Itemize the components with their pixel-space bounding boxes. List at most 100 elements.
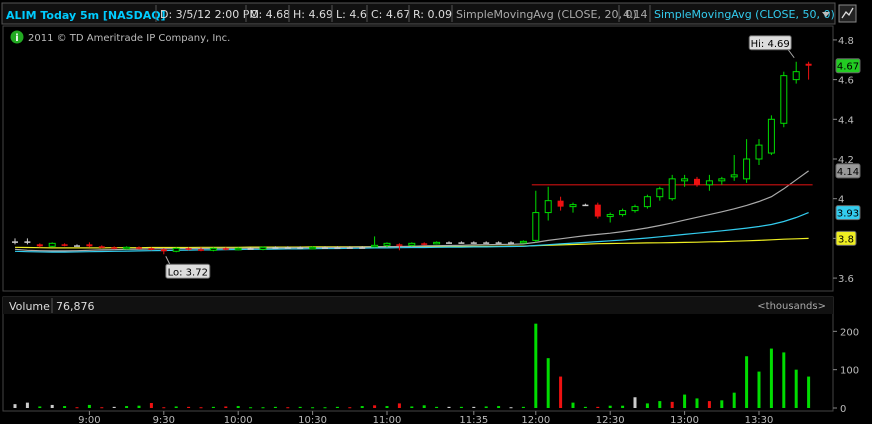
lo-pointer	[165, 256, 171, 265]
candle-body	[483, 242, 490, 244]
sma50-last-badge: 3.93	[837, 209, 859, 220]
time-tick-label: 12:30	[596, 415, 625, 424]
volume-bar	[509, 407, 513, 409]
candle-body	[705, 180, 713, 186]
price-tick-label: 4.8	[838, 36, 854, 47]
volume-bar	[236, 406, 240, 408]
candle-body	[606, 214, 614, 218]
candle-body	[532, 212, 540, 241]
candle-body	[582, 204, 589, 207]
candle-body	[694, 178, 700, 185]
candle-body	[297, 247, 304, 249]
volume-bar	[447, 406, 451, 408]
volume-bar	[670, 401, 674, 408]
volume-header-bar	[3, 297, 833, 314]
sma20-last-badge: 4.14	[837, 167, 859, 178]
time-tick-label: 13:30	[745, 415, 774, 424]
candle-body	[668, 178, 676, 200]
candle-body	[148, 248, 155, 250]
volume-bar	[807, 376, 811, 408]
volume-bar	[472, 406, 476, 408]
candle-body	[594, 204, 601, 217]
volume-bar	[794, 369, 798, 408]
volume-series	[13, 323, 811, 409]
candle-body	[36, 244, 43, 247]
volume-bar	[621, 405, 625, 408]
candle-body	[718, 178, 726, 182]
time-tick-label: 10:00	[224, 415, 253, 424]
candle-body	[234, 247, 242, 251]
volume-bar	[187, 406, 191, 408]
candle-body	[74, 245, 80, 247]
volume-bar	[286, 407, 290, 409]
candle-body	[805, 63, 812, 66]
volume-tick-label: 200	[840, 327, 859, 338]
candle-body	[755, 144, 763, 160]
info-icon[interactable]: i	[10, 30, 24, 45]
volume-bar	[435, 406, 439, 408]
sma50-study-label[interactable]: SimpleMovingAvg (CLOSE, 50, 0)	[654, 8, 835, 21]
volume-bar	[87, 404, 91, 408]
volume-tick-label: 0	[840, 404, 846, 415]
candle-body	[767, 118, 775, 154]
volume-bar	[633, 397, 637, 408]
sma-slow-last-badge: 3.8	[838, 234, 854, 245]
open-readout: O: 4.68	[250, 8, 290, 21]
candle-body	[136, 247, 142, 249]
volume-bar	[658, 401, 662, 408]
volume-readout: 76,876	[56, 300, 95, 313]
volume-bar	[769, 348, 773, 408]
volume-bar	[757, 371, 761, 408]
time-axis: 9:00 9:30 10:00 10:30 11:00 11:35 12:00 12:30 13…	[78, 411, 773, 424]
candle-body	[792, 71, 800, 81]
candle-body	[346, 247, 353, 249]
sma20-study-label[interactable]: SimpleMovingAvg (CLOSE, 20, 0)	[456, 8, 637, 21]
candle-body	[743, 158, 751, 180]
candle-body	[433, 241, 441, 245]
volume-bar	[162, 407, 166, 409]
volume-bar	[534, 323, 538, 408]
hi-pointer	[787, 49, 795, 59]
volume-bar	[38, 406, 42, 408]
candle-body	[309, 246, 317, 250]
volume-bar	[707, 401, 711, 408]
price-axis: 4.84.64.44.243.83.6	[833, 36, 854, 285]
volume-bar	[13, 404, 17, 408]
time-tick-label: 11:35	[459, 415, 488, 424]
sma20-study-value: 4.14	[623, 8, 648, 21]
volume-bar	[571, 402, 575, 408]
volume-bar	[521, 406, 525, 408]
volume-bar	[335, 406, 339, 408]
candle-body	[185, 248, 192, 250]
volume-bar	[559, 376, 563, 408]
volume-bar	[373, 405, 377, 408]
time-tick-label: 10:30	[298, 415, 327, 424]
candle-body	[123, 246, 131, 250]
volume-panel-frame	[2, 296, 834, 412]
volume-bar	[484, 406, 488, 408]
volume-bar	[720, 400, 724, 408]
candle-body	[643, 196, 651, 208]
volume-bar	[360, 406, 364, 408]
candle-body	[656, 188, 664, 198]
candle-body	[681, 178, 689, 182]
hi-label: Hi: 4.69	[751, 39, 790, 50]
chart-menu-icon[interactable]	[838, 4, 857, 23]
volume-bar	[695, 398, 699, 408]
candle-body	[446, 242, 452, 244]
candle-body	[371, 244, 379, 248]
candle-body	[198, 249, 204, 251]
high-readout: H: 4.69	[293, 8, 333, 21]
candle-body	[48, 242, 56, 247]
volume-bar	[397, 403, 401, 408]
candle-body	[557, 200, 564, 207]
candle-body	[383, 242, 391, 246]
price-tick-label: 4.6	[838, 76, 854, 87]
volume-bar	[50, 404, 54, 408]
symbol-title[interactable]: ALIM Today 5m [NASDAQ]	[6, 9, 166, 22]
volume-axis: 200 100 0	[833, 327, 859, 415]
volume-bar	[596, 406, 600, 408]
candlestick-series	[12, 61, 812, 255]
candle-body	[209, 247, 217, 251]
volume-bar	[583, 406, 587, 408]
